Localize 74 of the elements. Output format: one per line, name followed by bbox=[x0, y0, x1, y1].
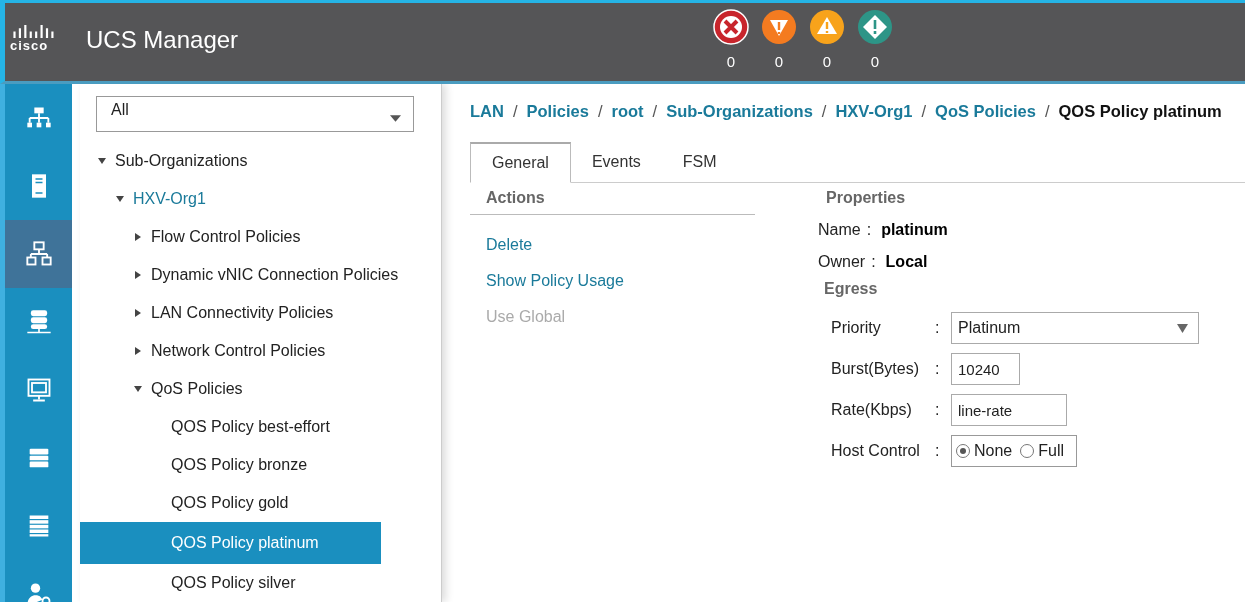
tree-item[interactable]: QOS Policy platinum bbox=[80, 522, 381, 564]
field-value: platinum bbox=[881, 221, 948, 239]
priority-dropdown[interactable]: Platinum bbox=[951, 312, 1199, 344]
tree-item[interactable]: QoS Policies bbox=[80, 370, 381, 408]
colon: : bbox=[935, 360, 941, 378]
breadcrumb-separator: / bbox=[821, 102, 827, 121]
tree-item[interactable]: LAN Connectivity Policies bbox=[80, 294, 381, 332]
action-link[interactable]: Show Policy Usage bbox=[470, 263, 755, 299]
caret-icon[interactable] bbox=[133, 308, 143, 318]
breadcrumb-link[interactable]: HXV-Org1 bbox=[835, 102, 913, 121]
field-label: Rate(Kbps) bbox=[831, 401, 913, 419]
info-icon[interactable] bbox=[857, 9, 893, 45]
field-label: Owner bbox=[818, 253, 866, 271]
brand-name: cisco bbox=[10, 38, 49, 53]
fault-count: 0 bbox=[870, 53, 880, 70]
network-icon bbox=[24, 240, 53, 268]
tab[interactable]: Events bbox=[570, 142, 662, 182]
action-link[interactable]: Delete bbox=[470, 227, 755, 263]
breadcrumb-link[interactable]: Sub-Organizations bbox=[666, 102, 813, 121]
breadcrumb-link[interactable]: Policies bbox=[526, 102, 589, 121]
caret-icon bbox=[390, 114, 401, 122]
colon: : bbox=[935, 319, 941, 337]
caret-icon[interactable] bbox=[115, 194, 125, 204]
colon: : bbox=[935, 442, 941, 460]
input-field[interactable]: line-rate bbox=[951, 394, 1067, 426]
tree-item[interactable]: QOS Policy silver bbox=[80, 564, 381, 602]
tab[interactable]: FSM bbox=[661, 142, 738, 182]
caret-icon[interactable] bbox=[133, 384, 143, 394]
caret-icon[interactable] bbox=[133, 232, 143, 242]
tree-item[interactable]: Flow Control Policies bbox=[80, 218, 381, 256]
section-header: Properties bbox=[825, 188, 907, 208]
tree-item[interactable]: HXV-Org1 bbox=[80, 180, 381, 218]
radio-button[interactable]: Full bbox=[1020, 442, 1065, 460]
fault-count: 0 bbox=[774, 53, 784, 70]
radio-button[interactable]: None bbox=[956, 442, 1013, 460]
tree-item[interactable]: QOS Policy bronze bbox=[80, 446, 381, 484]
tree-item[interactable]: Sub-Organizations bbox=[80, 142, 381, 180]
section-header: Egress bbox=[823, 279, 879, 299]
caret-icon bbox=[1177, 323, 1188, 333]
tree-item[interactable]: QOS Policy gold bbox=[80, 484, 381, 522]
breadcrumb-separator: / bbox=[652, 102, 658, 121]
nav-item[interactable] bbox=[5, 220, 72, 288]
breadcrumb-link[interactable]: QoS Policies bbox=[935, 102, 1036, 121]
caret-icon[interactable] bbox=[97, 156, 107, 166]
breadcrumb-separator: / bbox=[1044, 102, 1050, 121]
app-title: UCS Manager bbox=[86, 26, 239, 54]
breadcrumb-separator: / bbox=[512, 102, 518, 121]
input-field[interactable]: 10240 bbox=[951, 353, 1020, 385]
warning-icon[interactable] bbox=[809, 9, 845, 45]
caret-icon[interactable] bbox=[133, 346, 143, 356]
colon: : bbox=[935, 401, 941, 419]
field-label: Priority bbox=[831, 319, 882, 337]
breadcrumb-separator: / bbox=[921, 102, 927, 121]
fault-count: 0 bbox=[726, 53, 736, 70]
stacked-disks-icon bbox=[24, 308, 53, 336]
tab[interactable]: General bbox=[470, 142, 571, 183]
breadcrumb-separator: / bbox=[597, 102, 603, 121]
caret-icon[interactable] bbox=[133, 270, 143, 280]
tree-item[interactable]: QOS Policy best-effort bbox=[80, 408, 381, 446]
breadcrumb-link[interactable]: LAN bbox=[470, 102, 504, 121]
field-label: Burst(Bytes) bbox=[831, 360, 920, 378]
filter-dropdown[interactable]: All bbox=[96, 96, 414, 132]
section-header: Actions bbox=[470, 183, 755, 215]
field-label: Name bbox=[818, 221, 861, 239]
field-label: Host Control bbox=[831, 442, 921, 460]
error-icon[interactable] bbox=[713, 9, 749, 45]
warning-icon[interactable] bbox=[761, 9, 797, 45]
colon: : bbox=[871, 253, 876, 271]
breadcrumb-link[interactable]: root bbox=[611, 102, 644, 121]
colon: : bbox=[866, 221, 872, 239]
tree-item[interactable]: Network Control Policies bbox=[80, 332, 381, 370]
tree-item[interactable]: Dynamic vNIC Connection Policies bbox=[80, 256, 399, 294]
field-value: Local bbox=[885, 253, 928, 271]
fault-count: 0 bbox=[822, 53, 832, 70]
